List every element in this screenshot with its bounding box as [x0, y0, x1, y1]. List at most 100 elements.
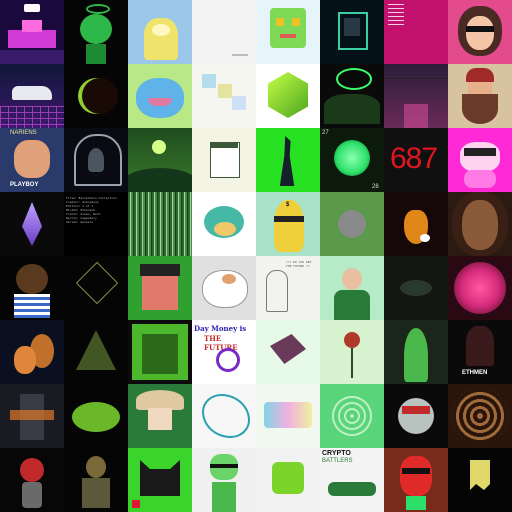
tile-yellow-raincoat[interactable]	[128, 0, 192, 64]
zombie-face	[142, 334, 178, 374]
tile-pixel-black-cat[interactable]	[128, 448, 192, 512]
tile-line-drawing[interactable]	[192, 384, 256, 448]
tile-green-gem[interactable]	[256, 64, 320, 128]
tile-playboy-comic[interactable]: NARIENS PLAYBOY	[0, 128, 64, 192]
tile-small-card[interactable]	[192, 128, 256, 192]
tile-sketch-future[interactable]: ??? DO YOU SEE THE FUTURE ??	[256, 256, 320, 320]
robot-eye-left	[276, 18, 284, 26]
pebble	[338, 210, 366, 238]
tile-robot-helmet[interactable]	[384, 384, 448, 448]
tile-3d-woman[interactable]	[448, 192, 512, 256]
tile-cartoon-kid[interactable]	[0, 256, 64, 320]
tile-neon-city[interactable]	[384, 64, 448, 128]
tile-ripple-rings[interactable]	[320, 384, 384, 448]
tile-dark-planet[interactable]	[64, 64, 128, 128]
mascot-legs	[406, 496, 426, 510]
tile-green-alien[interactable]	[64, 0, 128, 64]
tile-pebble[interactable]	[320, 192, 384, 256]
mascot-body	[400, 456, 432, 496]
tile-ethereum[interactable]	[0, 192, 64, 256]
tile-origami[interactable]	[256, 320, 320, 384]
figurine-head	[20, 458, 44, 482]
tile-pixel-punk[interactable]	[128, 256, 192, 320]
tile-green-shirt-man[interactable]	[320, 256, 384, 320]
tile-red-figurine[interactable]	[0, 448, 64, 512]
punk-cap	[140, 264, 180, 276]
tile-day-money[interactable]: Day Money is THE FUTURE	[192, 320, 256, 384]
robot-mouth	[280, 34, 296, 38]
comic-banner: PLAYBOY	[10, 182, 39, 188]
tile-sunglasses-man[interactable]	[64, 448, 128, 512]
tile-banana-ninja[interactable]: $	[256, 192, 320, 256]
tile-crypto-comic[interactable]: CRYPTO BATTLERS	[320, 448, 384, 512]
tile-mushroom-man[interactable]	[128, 384, 192, 448]
tile-green-man[interactable]	[192, 448, 256, 512]
black-cat	[140, 460, 180, 496]
mascot-shades	[402, 468, 430, 474]
alien-head	[80, 14, 112, 44]
kid-shirt	[14, 294, 50, 318]
heart	[132, 500, 140, 508]
tile-constellation[interactable]	[64, 256, 128, 320]
tile-synthwave-car[interactable]	[0, 64, 64, 128]
robot-eye-right	[292, 18, 300, 26]
banana-mask	[274, 216, 304, 222]
tile-holo-card[interactable]	[256, 384, 320, 448]
tile-pufferfish[interactable]	[192, 192, 256, 256]
tile-magenta-card[interactable]	[384, 0, 448, 64]
tile-girl-sunglasses[interactable]	[448, 0, 512, 64]
tile-green-horse[interactable]	[256, 128, 320, 192]
tile-triangle-web[interactable]	[64, 320, 128, 384]
comic-logo-sub: BATTLERS	[322, 458, 353, 464]
punk-face	[142, 276, 178, 310]
tile-ethmen[interactable]: ETHMEN	[448, 320, 512, 384]
girl-sunglasses	[466, 26, 494, 32]
digits-687: 687	[390, 142, 438, 175]
cat-mask	[464, 148, 496, 156]
tile-green-robot[interactable]	[256, 0, 320, 64]
tile-wilted-flower[interactable]	[320, 320, 384, 384]
tile-yellow-ghost[interactable]	[448, 448, 512, 512]
tile-squirrel[interactable]	[0, 320, 64, 384]
tile-red-digits[interactable]: 687	[384, 128, 448, 192]
flower-stem	[351, 348, 353, 378]
tile-hooded-figure[interactable]	[384, 320, 448, 384]
tile-dark-hole[interactable]	[384, 256, 448, 320]
tile-white-sketch[interactable]	[192, 0, 256, 64]
spiral	[452, 388, 508, 444]
castle-tower	[22, 20, 42, 32]
tile-red-mascot[interactable]	[384, 448, 448, 512]
man-shirt	[334, 290, 370, 320]
tile-green-orb[interactable]: 27 28	[320, 128, 384, 192]
tile-pastel-blocks[interactable]	[192, 64, 256, 128]
tile-pink-cat[interactable]	[448, 128, 512, 192]
tile-magenta-orb[interactable]	[448, 256, 512, 320]
silhouettes	[324, 94, 380, 124]
tile-occult-frame[interactable]	[64, 128, 128, 192]
tile-glitch-stripes[interactable]	[128, 192, 192, 256]
tile-armored-warrior[interactable]	[0, 384, 64, 448]
tile-mossy-planter[interactable]	[64, 384, 128, 448]
tile-fuzzy-cube[interactable]	[256, 448, 320, 512]
tile-spiral-tunnel[interactable]	[448, 384, 512, 448]
rings	[328, 392, 376, 440]
horse-silhouette	[279, 136, 295, 186]
tile-squash-cat[interactable]	[384, 192, 448, 256]
raincoat-face	[152, 24, 170, 36]
cat-patch	[222, 274, 236, 284]
tile-moon-landscape[interactable]	[128, 128, 192, 192]
tile-green-silhouettes[interactable]	[320, 64, 384, 128]
ethmen-figure	[466, 326, 494, 366]
puffer-belly	[214, 222, 236, 236]
beard	[462, 94, 498, 124]
tile-pixel-zombie[interactable]	[128, 320, 192, 384]
tile-white-cat[interactable]	[192, 256, 256, 320]
tile-blue-frog[interactable]	[128, 64, 192, 128]
purple-coin	[216, 348, 240, 372]
tile-bearded-man[interactable]	[448, 64, 512, 128]
tile-pink-castle[interactable]	[0, 0, 64, 64]
street-glow	[404, 104, 428, 128]
squirrel-body	[14, 346, 36, 374]
tile-text-document[interactable]: Title: Blockchain Collection Creator: An…	[64, 192, 128, 256]
tile-neon-portrait[interactable]	[320, 0, 384, 64]
